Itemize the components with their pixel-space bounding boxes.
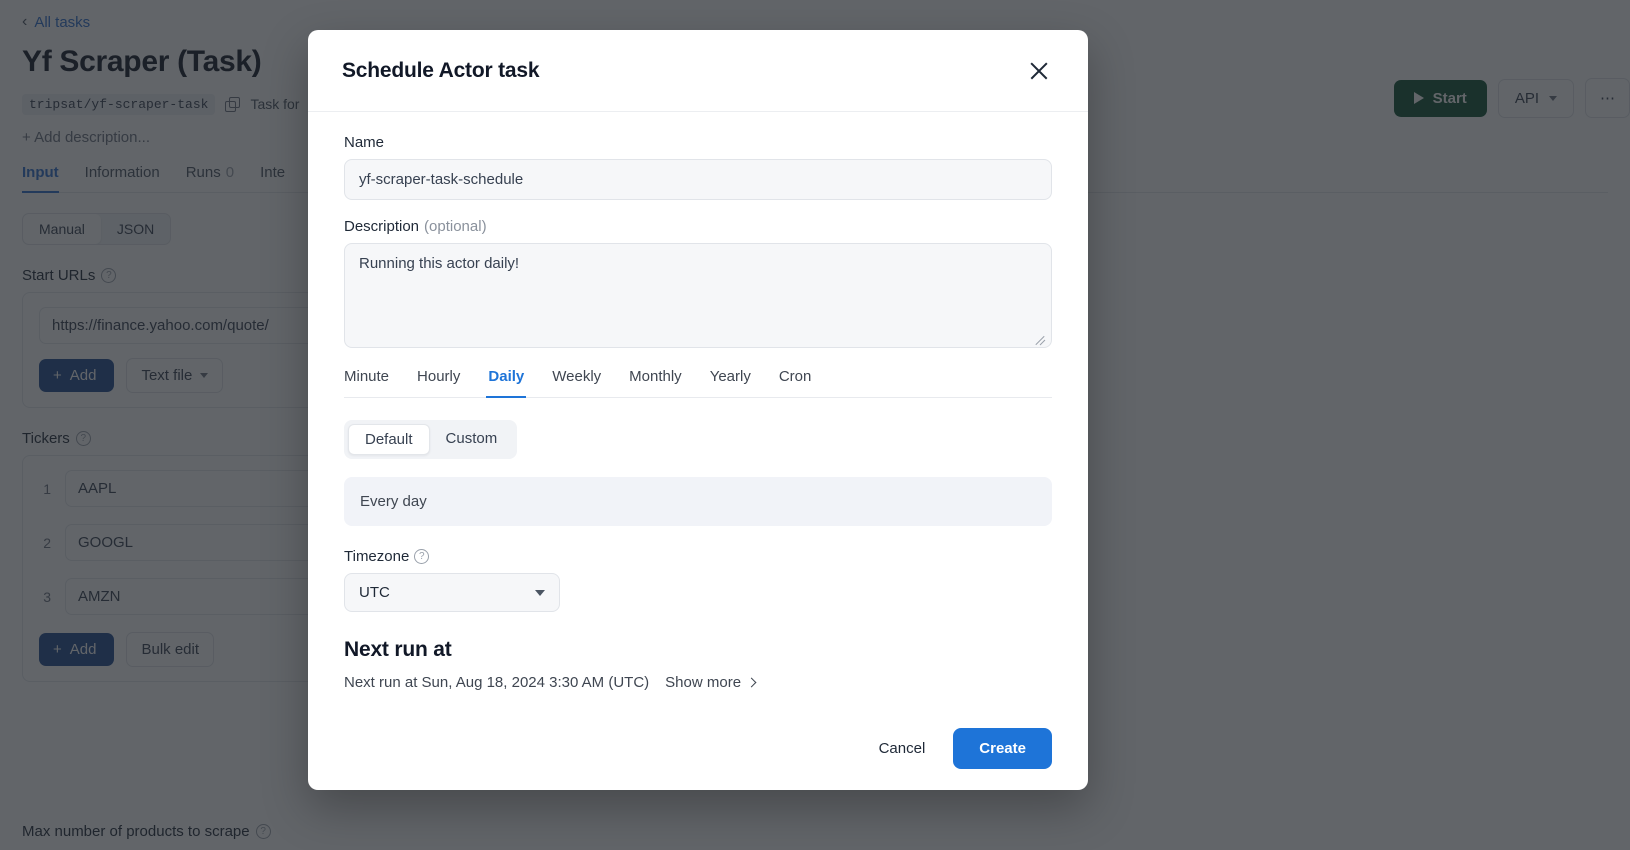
cancel-button[interactable]: Cancel [863, 729, 942, 768]
show-more-label: Show more [665, 674, 741, 691]
tab-monthly[interactable]: Monthly [629, 368, 682, 397]
tab-hourly[interactable]: Hourly [417, 368, 460, 397]
schedule-mode-custom[interactable]: Custom [430, 424, 514, 455]
timezone-field-group: Timezone ? UTC [344, 548, 1052, 612]
schedule-description-textarea[interactable] [344, 243, 1052, 348]
modal-footer: Cancel Create [308, 706, 1088, 790]
description-label-text: Description [344, 218, 419, 235]
modal-title: Schedule Actor task [342, 59, 539, 83]
timezone-label-text: Timezone [344, 548, 409, 565]
schedule-name-input[interactable] [344, 159, 1052, 200]
chevron-right-icon [747, 678, 757, 688]
tab-daily[interactable]: Daily [488, 368, 524, 397]
description-textarea-wrap [344, 243, 1052, 348]
tab-weekly[interactable]: Weekly [552, 368, 601, 397]
tab-cron[interactable]: Cron [779, 368, 812, 397]
description-label: Description (optional) [344, 218, 1052, 235]
modal-body: Name Description (optional) Minute Hourl… [308, 112, 1088, 706]
chevron-down-icon [535, 590, 545, 596]
next-run-heading: Next run at [344, 638, 1052, 662]
help-icon[interactable]: ? [414, 549, 429, 564]
next-run-text: Next run at Sun, Aug 18, 2024 3:30 AM (U… [344, 674, 649, 691]
schedule-mode-default[interactable]: Default [348, 424, 430, 455]
schedule-actor-task-modal: Schedule Actor task Name Description (op… [308, 30, 1088, 790]
create-button[interactable]: Create [953, 728, 1052, 769]
next-run-row: Next run at Sun, Aug 18, 2024 3:30 AM (U… [344, 674, 1052, 691]
name-label: Name [344, 134, 1052, 151]
tab-yearly[interactable]: Yearly [710, 368, 751, 397]
timezone-selected-value: UTC [359, 584, 390, 601]
timezone-label: Timezone ? [344, 548, 1052, 565]
timezone-select[interactable]: UTC [344, 573, 560, 612]
schedule-frequency-tabs: Minute Hourly Daily Weekly Monthly Yearl… [344, 368, 1052, 398]
app-root: ‹ All tasks Yf Scraper (Task) tripsat/yf… [0, 0, 1630, 850]
schedule-mode-toggle: Default Custom [344, 420, 517, 459]
description-field-group: Description (optional) [344, 218, 1052, 348]
modal-header: Schedule Actor task [308, 30, 1088, 112]
description-optional-text: (optional) [424, 218, 487, 235]
tab-minute[interactable]: Minute [344, 368, 389, 397]
show-more-button[interactable]: Show more [665, 674, 755, 691]
schedule-summary: Every day [344, 477, 1052, 526]
name-field-group: Name [344, 134, 1052, 200]
close-icon[interactable] [1024, 56, 1054, 86]
